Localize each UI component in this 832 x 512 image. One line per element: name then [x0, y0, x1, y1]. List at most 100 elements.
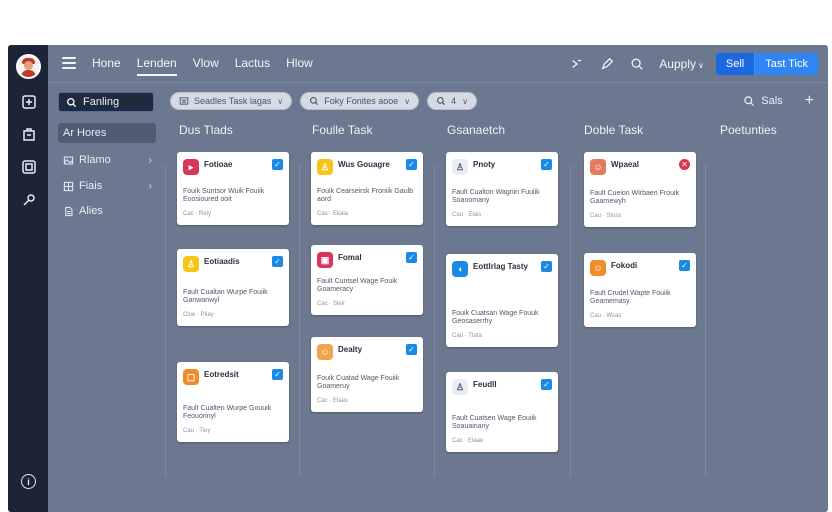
card-type-icon: ♙ [317, 159, 333, 175]
task-card[interactable]: ☺ Fokodi ✓ Fault Crudel Wapte Fouiik Geamem… [584, 253, 696, 327]
task-card[interactable]: ♙ Pnoty ✓ Fault Cualton Wagnin Fuulik Soano… [446, 152, 558, 226]
card-type-icon: ▸ [183, 159, 199, 175]
card-description: Fouik Cearseirsk Froniik Gaulb aord [317, 188, 414, 203]
sidebar-item-label: Fiais [79, 180, 103, 192]
column-title: Gsanaetch [447, 123, 506, 137]
card-meta: Cac · Sleir [317, 301, 346, 307]
card-type-icon: ▢ [183, 369, 199, 385]
checkbox-checked-icon[interactable]: ✓ [541, 159, 552, 170]
checkbox-checked-icon[interactable]: ✓ [541, 379, 552, 390]
column-title: Dus Tlads [179, 123, 233, 137]
menu-icon[interactable] [62, 57, 76, 69]
card-meta: Cau · Stoss [590, 213, 622, 219]
card-title: Wpaeal [611, 160, 640, 169]
column-title: Foulle Task [312, 123, 373, 137]
layers-icon[interactable] [20, 158, 37, 175]
task-card[interactable]: ♙ Feudll ✓ Fault Cuatsen Wage Eouiik Soauai… [446, 372, 558, 452]
pencil-icon[interactable] [599, 56, 615, 72]
card-title: Fomal [338, 253, 362, 262]
bag-icon[interactable] [20, 125, 37, 142]
add-column-button[interactable]: + [805, 93, 814, 109]
card-description: Fault Cualten Wurpe Gouuik Feouorinyl [183, 405, 272, 420]
chevron-down-icon: ∨ [698, 61, 704, 70]
checkbox-checked-icon[interactable]: ✓ [272, 159, 283, 170]
nav-item[interactable]: Vlow [193, 56, 219, 76]
sidebar-item-label: Ar Hores [63, 127, 107, 139]
tools-icon[interactable] [20, 191, 37, 208]
card-meta: Cac · Reiy [183, 211, 212, 217]
column-title: Poetunties [720, 123, 777, 137]
card-description: Fault Crudel Wapte Fouiik Geamemasy [590, 290, 671, 305]
board-search-label[interactable]: Sals [761, 95, 782, 107]
nav-item[interactable]: Hlow [286, 56, 313, 76]
close-icon[interactable]: ✕ [679, 159, 690, 170]
nav-item[interactable]: Hone [92, 56, 121, 76]
avatar[interactable] [16, 54, 41, 79]
top-right-tools: Aupply ∨ Sell Tast Tick [569, 53, 818, 75]
sidebar-item-label: Rlamo [79, 154, 111, 166]
filter-pill[interactable]: Foky Fonites aooe ∨ [300, 92, 420, 110]
column-divider [705, 165, 706, 477]
left-rail: i [8, 45, 48, 512]
task-card[interactable]: ☺ Wpaeal ✕ Fault Cueion Wirbaen Frouik Gaar… [584, 152, 696, 227]
doc-icon [63, 205, 75, 217]
new-task-button[interactable]: Tast Tick [755, 53, 818, 75]
card-type-icon: ☺ [317, 344, 333, 360]
checkbox-checked-icon[interactable]: ✓ [541, 261, 552, 272]
checkbox-checked-icon[interactable]: ✓ [272, 256, 283, 267]
card-title: Wus Gouagre [338, 160, 390, 169]
apply-dropdown[interactable]: Aupply ∨ [659, 57, 704, 71]
card-meta: Cac · Elaas [317, 398, 349, 404]
filter-pill[interactable]: 4 ∨ [427, 92, 478, 110]
card-description: Fouik Cuatsan Wage Fouuk Geosaserrhy [452, 310, 539, 325]
top-bar: Hone Lenden Vlow Lactus Hlow Aupply ∨ Sel… [48, 45, 828, 83]
inbox-icon[interactable] [20, 93, 37, 110]
card-meta: Cas · Ekaia [317, 211, 349, 217]
list-icon [179, 97, 189, 105]
card-title: Dealty [338, 345, 363, 354]
checkbox-checked-icon[interactable]: ✓ [272, 369, 283, 380]
sidebar-item-alies[interactable]: Alies [58, 201, 156, 221]
card-title: Pnoty [473, 160, 496, 169]
task-card[interactable]: ☺ Dealty ✓ Fouik Cuatad Wage Fouiik Goameru… [311, 337, 423, 412]
grid-icon [63, 180, 75, 192]
nav-item-active[interactable]: Lenden [136, 56, 177, 76]
task-card[interactable]: ▸ Fotioae ✓ Fouik Suntsor Wuik Fouiik Eoosi… [177, 152, 289, 225]
task-card[interactable]: ▣ Fomal ✓ Fault Cuntsel Wage Fouik Goamerac… [311, 245, 423, 315]
chevron-right-icon: › [148, 180, 152, 192]
chevron-down-icon: ∨ [462, 96, 469, 106]
task-card[interactable]: ♙ Wus Gouagre ✓ Fouik Cearseirsk Froniik Ga… [311, 152, 423, 225]
checkbox-checked-icon[interactable]: ✓ [406, 344, 417, 355]
checkbox-checked-icon[interactable]: ✓ [679, 260, 690, 271]
chevron-right-icon: › [148, 154, 152, 166]
card-title: Eotiaadis [204, 257, 240, 266]
column-title: Doble Task [584, 123, 644, 137]
share-icon[interactable] [569, 56, 585, 72]
sell-button[interactable]: Sell [715, 53, 756, 75]
search-icon [67, 97, 77, 107]
card-meta: Cou · Elais [452, 212, 482, 218]
filter-bar: Seadles Task lagas ∨ Foky Fonites aooe ∨… [170, 92, 485, 110]
sidebar-item-home[interactable]: Ar Hores [58, 123, 156, 143]
task-card[interactable]: ♙ Eotiaadis ✓ Fault Cualtan Wurpe Fouiik Ga… [177, 249, 289, 326]
card-title: Eotredsit [204, 370, 239, 379]
sidebar-item-rlamo[interactable]: Rlamo › [58, 150, 156, 170]
filter-pill[interactable]: Seadles Task lagas ∨ [170, 92, 293, 110]
sidebar-search-label: Fanling [83, 96, 120, 108]
nav-item[interactable]: Lactus [235, 56, 270, 76]
card-type-icon: ▣ [317, 252, 333, 268]
task-card[interactable]: ▢ Eotredsit ✓ Fault Cualten Wurpe Gouuik Fe… [177, 362, 289, 442]
info-icon[interactable]: i [21, 474, 36, 489]
top-nav: Hone Lenden Vlow Lactus Hlow [92, 56, 329, 76]
sidebar-search[interactable]: Fanling [58, 92, 154, 112]
search-icon[interactable] [743, 95, 755, 107]
checkbox-checked-icon[interactable]: ✓ [406, 252, 417, 263]
search-icon[interactable] [629, 56, 645, 72]
card-type-icon: ☺ [590, 260, 606, 276]
card-description: Fault Cuntsel Wage Fouik Goameracy [317, 278, 398, 293]
chevron-down-icon: ∨ [277, 96, 284, 106]
sidebar: Fanling Ar Hores Rlamo › Fiais › Alies [48, 83, 166, 512]
sidebar-item-fiais[interactable]: Fiais › [58, 176, 156, 196]
checkbox-checked-icon[interactable]: ✓ [406, 159, 417, 170]
task-card[interactable]: ◖ Eottlrlag Tasty ✓ Fouik Cuatsan Wage Fouu… [446, 254, 558, 347]
